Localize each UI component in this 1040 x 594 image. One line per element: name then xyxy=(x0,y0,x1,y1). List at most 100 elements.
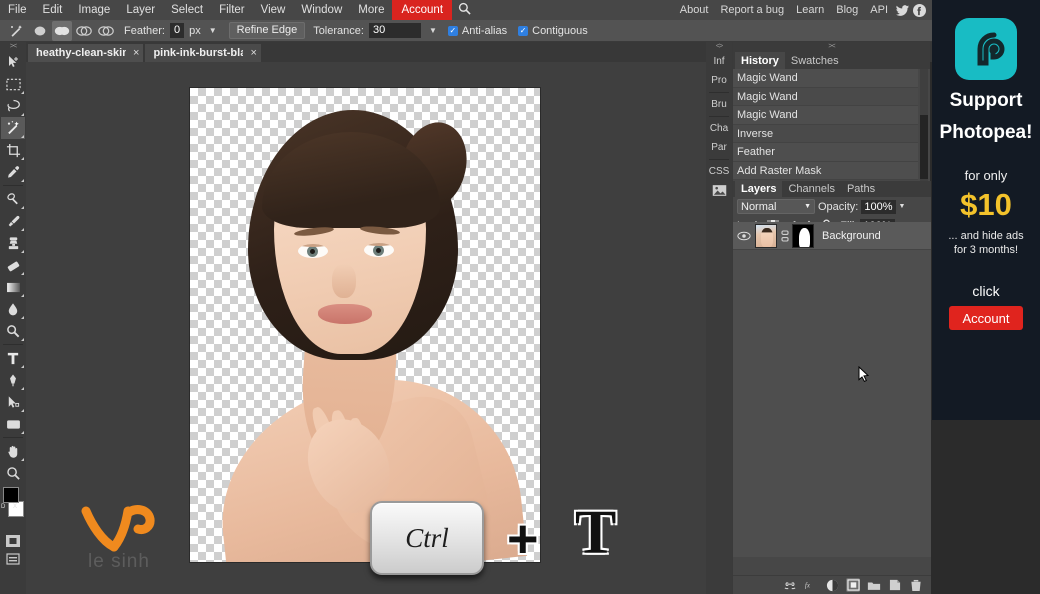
sidebar-item-brushes[interactable]: Bru xyxy=(706,95,732,114)
canvas-area[interactable]: le sinh Ctrl + T AdobePhotopea.com Photo… xyxy=(26,62,706,594)
sidebar-item-paragraph[interactable]: Par xyxy=(706,138,732,157)
selection-mode-subtract[interactable] xyxy=(74,21,94,41)
layer-row-background[interactable]: Background xyxy=(733,222,931,250)
menu-item-view[interactable]: View xyxy=(253,0,294,20)
default-colors-label[interactable]: D xyxy=(1,504,5,510)
rectangular-marquee-tool[interactable] xyxy=(1,73,25,95)
sidebar-item-character[interactable]: Cha xyxy=(706,119,732,138)
link-mask-icon[interactable] xyxy=(780,229,789,242)
magic-wand-tool[interactable] xyxy=(1,117,25,139)
eraser-tool[interactable] xyxy=(1,254,25,276)
new-layer-icon[interactable] xyxy=(888,578,902,592)
history-item[interactable]: Feather xyxy=(733,143,918,162)
menu-item-edit[interactable]: Edit xyxy=(35,0,71,20)
antialias-checkbox[interactable]: ✓ Anti-alias xyxy=(447,25,507,37)
zoom-tool[interactable] xyxy=(1,462,25,484)
menu-item-image[interactable]: Image xyxy=(70,0,118,20)
link-report-a-bug[interactable]: Report a bug xyxy=(714,0,790,20)
history-list[interactable]: Magic Wand Magic Wand Magic Wand Inverse… xyxy=(733,69,930,181)
side-panel-grip[interactable]: <> xyxy=(716,42,723,52)
swap-colors-label[interactable]: X xyxy=(13,504,17,510)
shape-tool[interactable] xyxy=(1,413,25,435)
screen-mode-icon[interactable] xyxy=(4,551,22,567)
toolbar-grip[interactable]: >< xyxy=(0,43,26,51)
eye-icon[interactable] xyxy=(736,231,752,241)
pen-tool[interactable] xyxy=(1,369,25,391)
menu-item-account[interactable]: Account xyxy=(392,0,453,20)
selection-mode-intersect[interactable] xyxy=(96,21,116,41)
tolerance-input[interactable]: 30 xyxy=(368,23,421,38)
gradient-tool[interactable] xyxy=(1,276,25,298)
contiguous-checkbox[interactable]: ✓ Contiguous xyxy=(518,25,588,37)
document-tab-1[interactable]: heathy-clean-skin-you × xyxy=(28,44,144,62)
healing-brush-tool[interactable] xyxy=(1,188,25,210)
brush-tool[interactable] xyxy=(1,210,25,232)
menu-item-select[interactable]: Select xyxy=(163,0,211,20)
layer-name[interactable]: Background xyxy=(822,230,881,242)
sidebar-item-properties[interactable]: Pro xyxy=(706,71,732,90)
history-item[interactable]: Magic Wand xyxy=(733,87,918,106)
document-tab-2[interactable]: pink-ink-burst-black × xyxy=(145,44,261,62)
tab-layers[interactable]: Layers xyxy=(735,181,783,197)
history-item-selected[interactable]: Add Raster Mask xyxy=(733,161,918,180)
ad-account-button[interactable]: Account xyxy=(949,306,1023,330)
sidebar-item-info[interactable]: Inf xyxy=(706,52,732,71)
clone-stamp-tool[interactable] xyxy=(1,232,25,254)
blur-tool[interactable] xyxy=(1,298,25,320)
history-scrollbar[interactable] xyxy=(920,69,928,181)
menu-item-file[interactable]: File xyxy=(0,0,35,20)
document-canvas[interactable] xyxy=(189,87,541,563)
history-item[interactable]: Magic Wand xyxy=(733,69,918,88)
new-group-icon[interactable] xyxy=(867,578,881,592)
selection-mode-new[interactable] xyxy=(30,21,50,41)
link-about[interactable]: About xyxy=(674,0,715,20)
history-panel-grip[interactable]: >< xyxy=(733,42,930,52)
menu-item-layer[interactable]: Layer xyxy=(118,0,163,20)
history-item[interactable]: Magic Wand xyxy=(733,106,918,125)
lasso-tool[interactable] xyxy=(1,95,25,117)
tolerance-dropdown-icon[interactable]: ▼ xyxy=(429,26,437,35)
image-panel-icon[interactable] xyxy=(706,181,732,200)
layer-list[interactable]: Background xyxy=(733,222,931,557)
type-tool[interactable] xyxy=(1,347,25,369)
add-mask-icon[interactable] xyxy=(846,578,860,592)
delete-layer-icon[interactable] xyxy=(909,578,923,592)
path-selection-tool[interactable] xyxy=(1,391,25,413)
link-layers-icon[interactable] xyxy=(783,578,797,592)
quick-mask-icon[interactable] xyxy=(4,533,22,549)
search-icon[interactable] xyxy=(452,2,476,18)
tab-channels[interactable]: Channels xyxy=(782,181,841,197)
refine-edge-button[interactable]: Refine Edge xyxy=(228,22,306,39)
dodge-tool[interactable] xyxy=(1,320,25,342)
feather-dropdown-icon[interactable]: ▼ xyxy=(209,26,217,35)
adjustment-layer-icon[interactable] xyxy=(825,578,839,592)
link-blog[interactable]: Blog xyxy=(830,0,864,20)
opacity-input[interactable]: 100% xyxy=(861,199,896,214)
color-swatches[interactable]: D X xyxy=(0,487,26,531)
selection-mode-add[interactable] xyxy=(52,20,72,41)
opacity-dropdown-icon[interactable]: ▼ xyxy=(899,203,906,210)
ad-panel[interactable]: Support Photopea! for only $10 ... and h… xyxy=(932,0,1040,420)
history-scrollbar-thumb[interactable] xyxy=(920,115,928,179)
blend-mode-select[interactable]: Normal ▼ xyxy=(737,199,815,214)
link-api[interactable]: API xyxy=(864,0,894,20)
tab-paths[interactable]: Paths xyxy=(840,181,882,197)
tab-swatches[interactable]: Swatches xyxy=(784,52,845,69)
close-icon[interactable]: × xyxy=(133,47,139,59)
menu-item-more[interactable]: More xyxy=(350,0,392,20)
eyedropper-tool[interactable] xyxy=(1,161,25,183)
move-tool[interactable] xyxy=(1,51,25,73)
magic-wand-icon[interactable] xyxy=(4,21,28,41)
layer-thumbnail[interactable] xyxy=(755,223,777,248)
twitter-icon[interactable] xyxy=(894,0,911,20)
crop-tool[interactable] xyxy=(1,139,25,161)
menu-item-filter[interactable]: Filter xyxy=(211,0,253,20)
foreground-color-swatch[interactable] xyxy=(3,487,19,503)
facebook-icon[interactable] xyxy=(911,0,928,20)
layer-effects-icon[interactable]: fx xyxy=(804,578,818,592)
hand-tool[interactable] xyxy=(1,440,25,462)
history-item[interactable]: Inverse xyxy=(733,124,918,143)
menu-item-window[interactable]: Window xyxy=(293,0,350,20)
layer-mask-thumbnail[interactable] xyxy=(792,223,814,248)
close-icon[interactable]: × xyxy=(250,47,256,59)
